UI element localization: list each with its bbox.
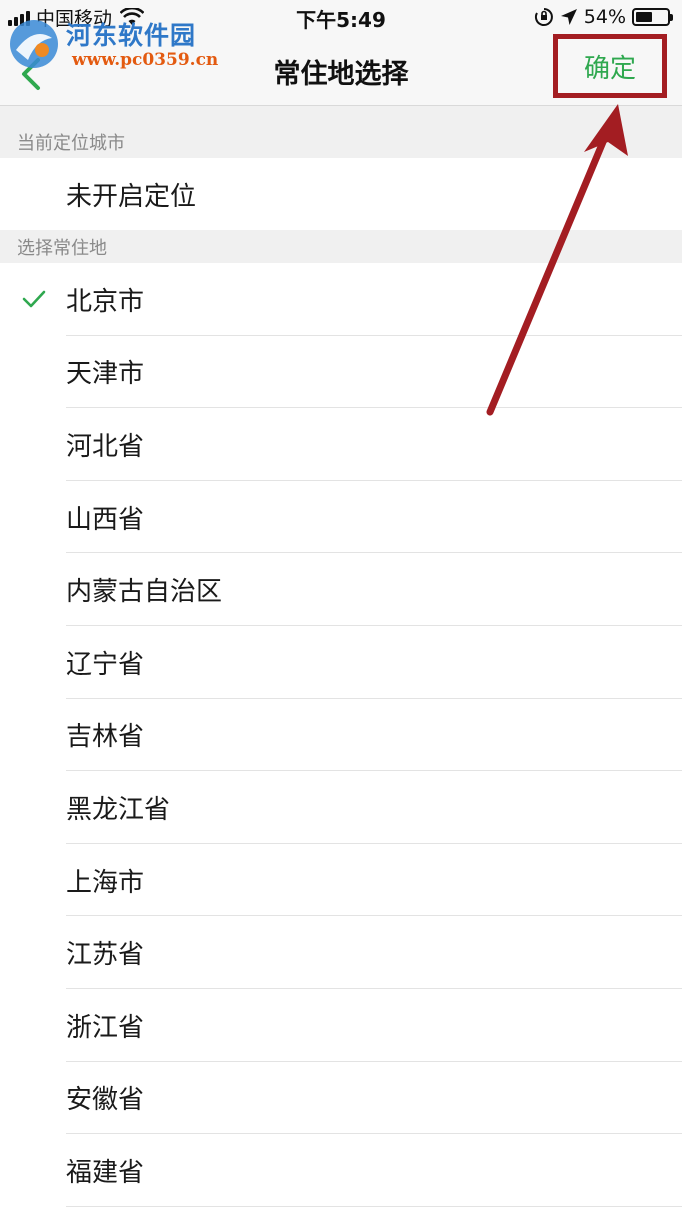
province-label: 天津市	[66, 359, 145, 390]
province-label: 上海市	[66, 867, 145, 898]
battery-percent: 54%	[583, 6, 626, 28]
province-label: 福建省	[66, 1157, 145, 1188]
province-item[interactable]: 黑龙江省	[0, 771, 682, 844]
confirm-label: 确定	[583, 53, 636, 84]
province-item[interactable]: 福建省	[0, 1134, 682, 1207]
battery-icon	[632, 8, 673, 26]
province-label: 河北省	[66, 431, 145, 462]
province-item[interactable]: 山西省	[0, 481, 682, 554]
province-label: 北京市	[66, 286, 145, 317]
battery-level	[636, 12, 653, 22]
checkmark-icon	[22, 290, 46, 308]
confirm-button[interactable]: 确定	[553, 34, 667, 98]
province-item[interactable]: 安徽省	[0, 1062, 682, 1135]
province-label: 辽宁省	[66, 649, 145, 680]
annotation-arrow	[486, 104, 628, 416]
province-label: 黑龙江省	[66, 794, 171, 825]
province-item[interactable]: 上海市	[0, 844, 682, 917]
location-arrow-icon	[560, 9, 577, 25]
status-bar: 中国移动 下午5:49 54%	[0, 0, 682, 34]
province-label: 吉林省	[66, 722, 145, 753]
province-item[interactable]: 辽宁省	[0, 626, 682, 699]
province-label: 山西省	[66, 504, 145, 535]
province-item[interactable]: 浙江省	[0, 989, 682, 1062]
province-label: 安徽省	[66, 1085, 145, 1116]
orientation-lock-icon	[534, 8, 553, 26]
province-item[interactable]: 江苏省	[0, 916, 682, 989]
province-label: 浙江省	[66, 1012, 145, 1043]
status-right: 54%	[534, 4, 673, 30]
province-label: 江苏省	[66, 940, 145, 971]
province-label: 内蒙古自治区	[66, 577, 223, 608]
province-item[interactable]: 内蒙古自治区	[0, 553, 682, 626]
province-item[interactable]: 吉林省	[0, 699, 682, 772]
